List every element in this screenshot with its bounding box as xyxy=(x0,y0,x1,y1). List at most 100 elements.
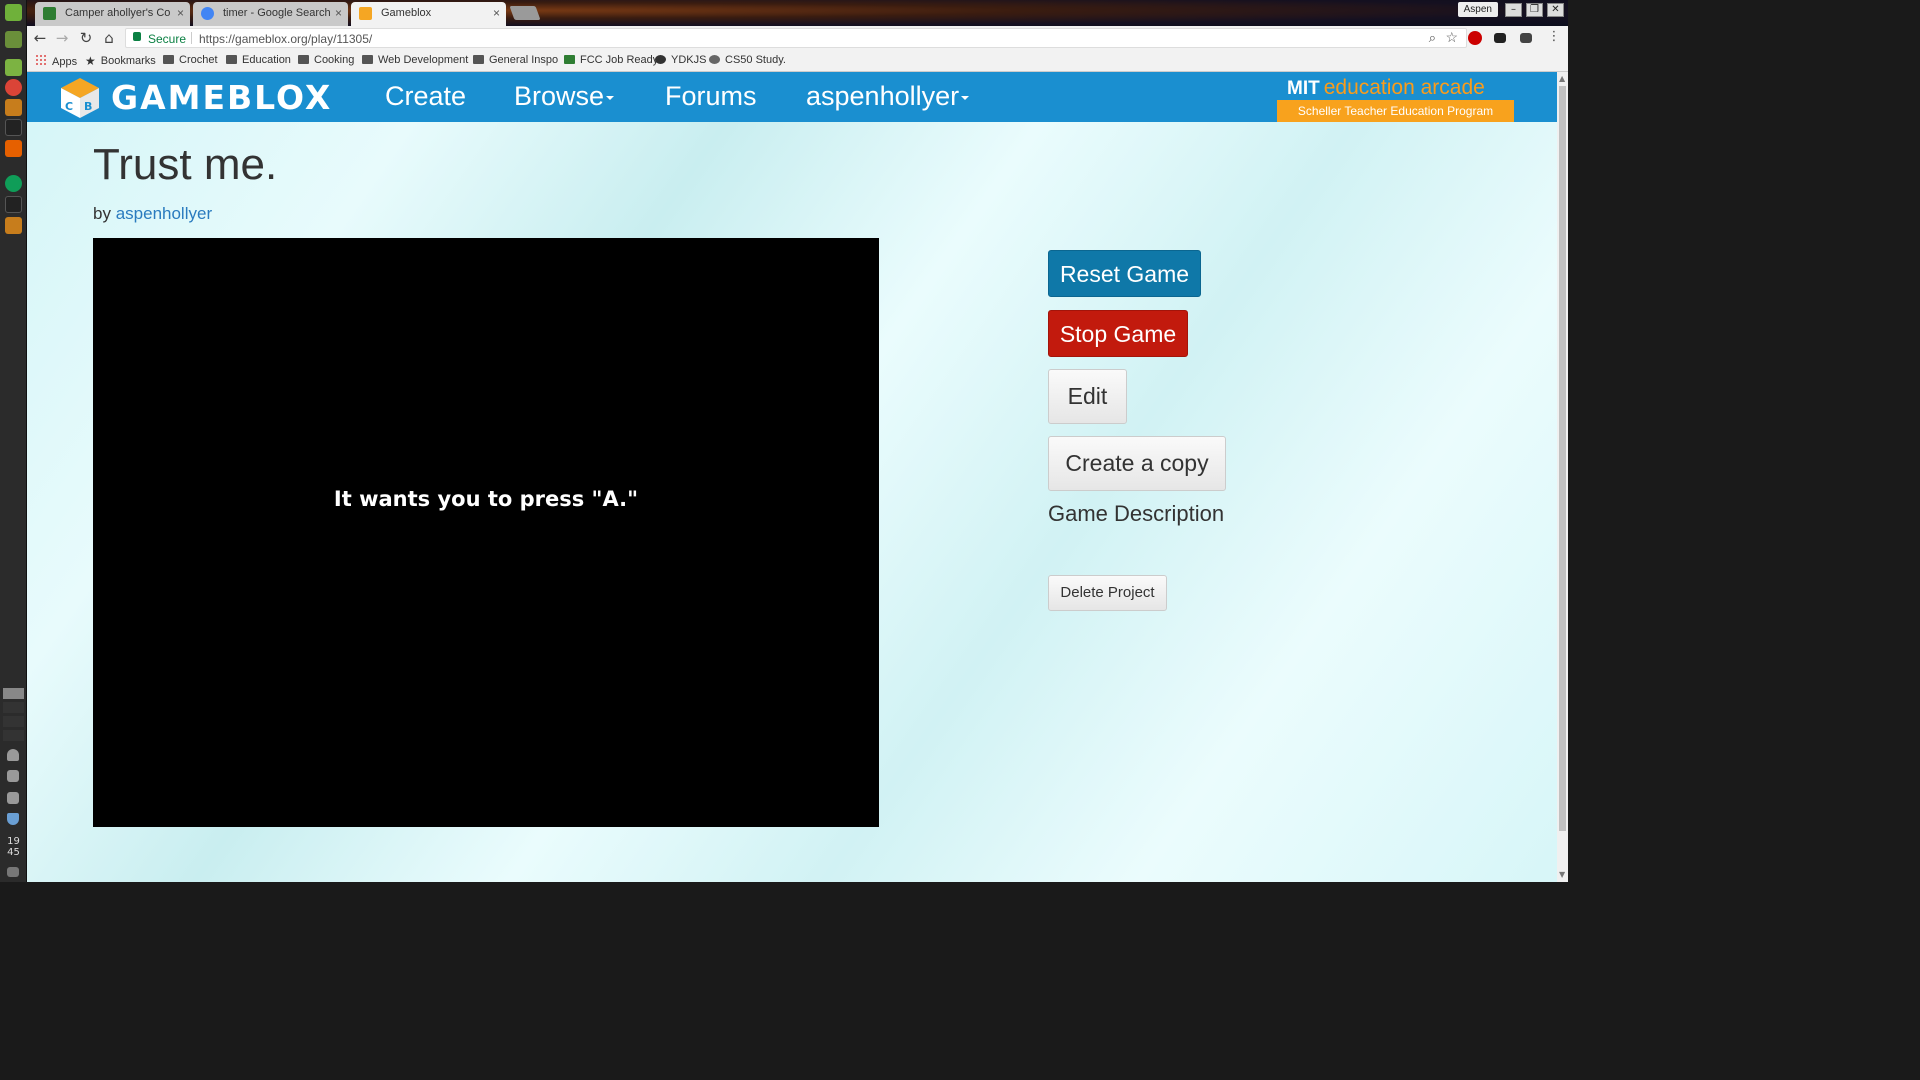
close-icon[interactable]: × xyxy=(177,6,184,20)
fcc-icon xyxy=(564,55,575,64)
address-bar[interactable]: Secure https://gameblox.org/play/11305/ … xyxy=(125,28,1467,48)
edit-button[interactable]: Edit xyxy=(1048,369,1127,424)
bookmark-ydkjs[interactable]: YDKJS xyxy=(655,54,706,66)
close-window-button[interactable]: ✕ xyxy=(1547,3,1564,17)
os-dock: 19 45 xyxy=(0,0,27,882)
gameblox-logo-icon[interactable]: C B xyxy=(60,77,100,119)
workspace-2-icon[interactable] xyxy=(3,702,24,713)
nav-user-label: aspenhollyer xyxy=(806,81,960,111)
nav-browse[interactable]: Browse xyxy=(514,81,615,112)
scheller-banner[interactable]: Scheller Teacher Education Program xyxy=(1277,100,1514,122)
mit-logo-text: MIT xyxy=(1287,78,1320,99)
game-description-heading: Game Description xyxy=(1048,501,1225,526)
tab-strip: Camper ahollyer's Co × timer - Google Se… xyxy=(27,0,1568,26)
delete-project-button[interactable]: Delete Project xyxy=(1048,575,1167,611)
game-canvas[interactable]: It wants you to press "A." xyxy=(93,238,879,827)
nav-forums[interactable]: Forums xyxy=(665,81,757,112)
byline-prefix: by xyxy=(93,204,111,223)
byline: by aspenhollyer xyxy=(93,204,212,224)
chrome-icon[interactable] xyxy=(5,79,22,96)
pen-icon[interactable] xyxy=(7,770,19,782)
browser-toolbar: ← → ↻ ⌂ Secure https://gameblox.org/play… xyxy=(27,26,1568,50)
bookmark-web-development[interactable]: Web Development xyxy=(362,54,468,66)
restore-button[interactable]: ❐ xyxy=(1526,3,1543,17)
folder-icon xyxy=(362,55,373,64)
svg-text:B: B xyxy=(84,100,92,113)
cast-icon[interactable] xyxy=(1520,33,1532,43)
nav-create[interactable]: Create xyxy=(385,81,466,112)
tab-timer-search[interactable]: timer - Google Search × xyxy=(193,2,348,26)
bookmark-bookmarks[interactable]: ★ Bookmarks xyxy=(85,54,156,68)
console-running-icon[interactable] xyxy=(5,196,22,213)
terminal-icon[interactable] xyxy=(5,31,22,48)
firefox-icon[interactable] xyxy=(5,140,22,157)
bookmark-cs50[interactable]: CS50 Study. xyxy=(709,54,786,66)
mint-menu-icon[interactable] xyxy=(5,4,22,21)
clock-hour: 19 xyxy=(7,836,20,847)
bookmark-education[interactable]: Education xyxy=(226,54,291,66)
google-favicon-icon xyxy=(201,7,214,20)
tab-camper[interactable]: Camper ahollyer's Co × xyxy=(35,2,190,26)
gameblox-favicon-icon xyxy=(359,7,372,20)
menu-icon[interactable]: ⋮ xyxy=(1545,29,1563,44)
caret-down-icon xyxy=(961,95,970,100)
shield-icon[interactable] xyxy=(7,813,19,825)
home-icon[interactable]: ⌂ xyxy=(100,29,118,47)
forward-icon[interactable]: → xyxy=(53,29,71,47)
close-icon[interactable]: × xyxy=(493,6,500,20)
scroll-down-icon[interactable]: ▼ xyxy=(1559,870,1565,879)
volume-icon[interactable] xyxy=(7,792,19,804)
bookmark-star-icon[interactable]: ☆ xyxy=(1445,29,1458,46)
nav-user-menu[interactable]: aspenhollyer xyxy=(806,81,970,112)
divider xyxy=(191,32,192,44)
author-link[interactable]: aspenhollyer xyxy=(116,204,212,223)
reset-game-button[interactable]: Reset Game xyxy=(1048,250,1201,297)
new-tab-button[interactable] xyxy=(509,6,541,20)
scrollbar-thumb[interactable] xyxy=(1559,86,1566,831)
folder-icon xyxy=(226,55,237,64)
tab-title: timer - Google Search xyxy=(223,7,331,19)
bookmark-apps[interactable]: Apps xyxy=(35,54,77,68)
bookmarks-bar: Apps ★ Bookmarks Crochet Education Cookin… xyxy=(27,50,1568,72)
back-icon[interactable]: ← xyxy=(31,29,49,47)
adblock-icon[interactable] xyxy=(1468,31,1482,45)
apps-grid-icon xyxy=(35,54,47,66)
minimize-button[interactable]: – xyxy=(1505,3,1522,17)
chrome-running-icon[interactable] xyxy=(5,175,22,192)
stop-game-button[interactable]: Stop Game xyxy=(1048,310,1188,357)
brand-logo-text[interactable]: GAMEBLOX xyxy=(111,78,332,117)
secure-label: Secure xyxy=(148,32,187,46)
github-icon xyxy=(655,55,666,64)
page-scrollbar[interactable]: ▲ ▼ xyxy=(1557,72,1568,882)
workspace-3-icon[interactable] xyxy=(3,716,24,727)
bookmark-cooking[interactable]: Cooking xyxy=(298,54,354,66)
lock-icon xyxy=(133,32,141,41)
workspace-4-icon[interactable] xyxy=(3,730,24,741)
workspace-1-icon[interactable] xyxy=(3,688,24,699)
profile-button[interactable]: Aspen xyxy=(1457,2,1498,17)
bookmark-crochet[interactable]: Crochet xyxy=(163,54,218,66)
scroll-up-icon[interactable]: ▲ xyxy=(1559,74,1565,83)
mit-education-arcade-logo[interactable]: MIT education arcade xyxy=(1287,76,1485,100)
create-copy-button[interactable]: Create a copy xyxy=(1048,436,1226,491)
zoom-icon[interactable]: ⌕ xyxy=(1429,30,1436,46)
extension-icon[interactable] xyxy=(1494,33,1506,43)
console-icon[interactable] xyxy=(5,119,22,136)
tab-title: Gameblox xyxy=(381,7,432,19)
show-desktop-icon[interactable] xyxy=(7,867,19,877)
bookmark-fcc-job-ready[interactable]: FCC Job Ready xyxy=(564,54,658,66)
folder-icon[interactable] xyxy=(5,59,22,76)
user-icon[interactable] xyxy=(7,749,19,761)
close-icon[interactable]: × xyxy=(335,6,342,20)
sublime-icon[interactable] xyxy=(5,99,22,116)
reload-icon[interactable]: ↻ xyxy=(77,29,95,47)
svg-text:C: C xyxy=(65,100,73,113)
page-content: C B GAMEBLOX Create Browse Forums aspenh… xyxy=(27,72,1557,882)
tab-title: Camper ahollyer's Co xyxy=(65,7,171,19)
folder-icon xyxy=(163,55,174,64)
project-title: Trust me. xyxy=(93,140,278,189)
bookmark-general-inspo[interactable]: General Inspo xyxy=(473,54,558,66)
tab-gameblox[interactable]: Gameblox × xyxy=(351,2,506,26)
sublime-running-icon[interactable] xyxy=(5,217,22,234)
cs50-icon xyxy=(709,55,720,64)
